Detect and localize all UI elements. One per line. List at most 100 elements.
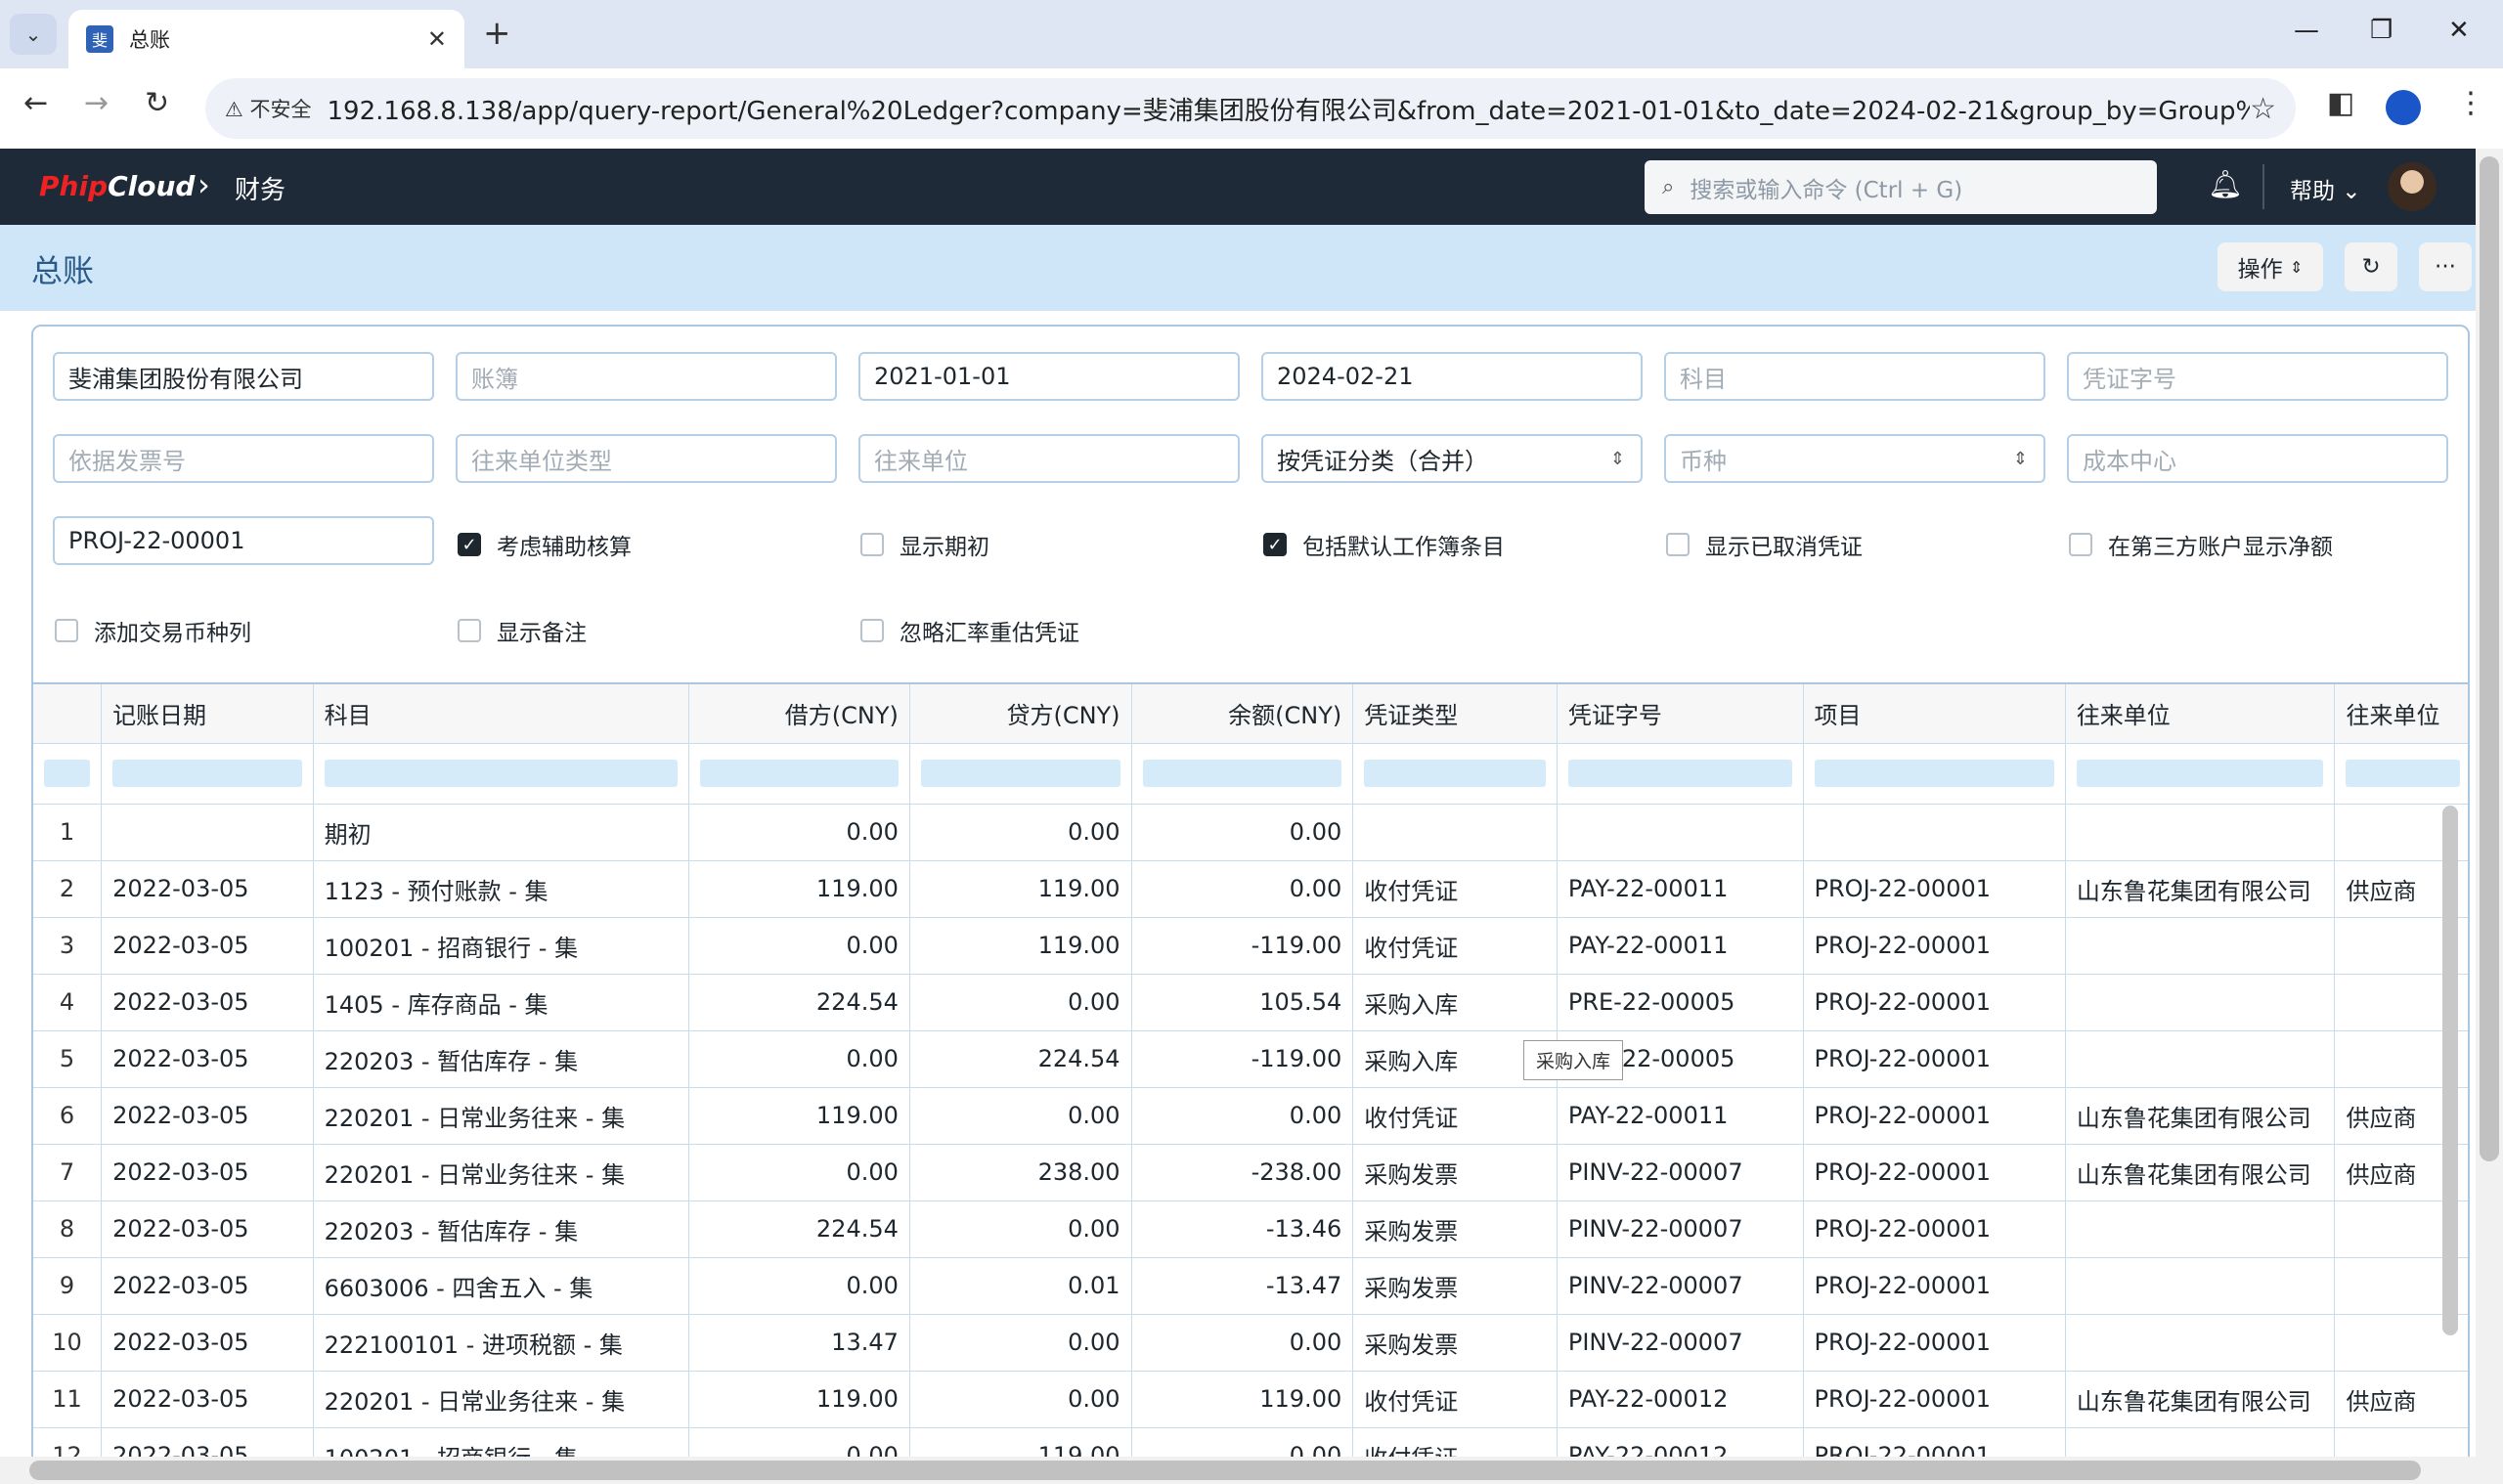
table-cell[interactable]: [1803, 804, 2066, 861]
table-cell[interactable]: 105.54: [1131, 974, 1354, 1031]
column-header[interactable]: 贷方(CNY): [909, 684, 1132, 744]
table-cell[interactable]: -238.00: [1131, 1144, 1354, 1201]
table-cell[interactable]: 119.00: [688, 1087, 910, 1145]
table-cell[interactable]: 0.00: [909, 1087, 1132, 1145]
column-filter-input[interactable]: [324, 760, 679, 787]
table-cell[interactable]: 2022-03-05: [101, 1087, 314, 1145]
table-cell[interactable]: 224.54: [688, 1200, 910, 1258]
table-cell[interactable]: 0.00: [1131, 1087, 1354, 1145]
table-row[interactable]: 7 2022-03-05 220201 - 日常业务往来 - 集 0.00 238.00…: [33, 1144, 2468, 1201]
table-cell[interactable]: 采购发票: [1352, 1144, 1558, 1201]
filter-cell[interactable]: [2334, 743, 2468, 805]
filter-cell[interactable]: [688, 743, 910, 805]
table-cell[interactable]: 220203 - 暂估库存 - 集: [313, 1030, 690, 1088]
table-cell[interactable]: -13.46: [1131, 1200, 1354, 1258]
table-cell[interactable]: 0.00: [909, 804, 1132, 861]
table-cell[interactable]: PINV-22-00007: [1557, 1257, 1804, 1315]
forward-icon[interactable]: →: [84, 86, 109, 120]
column-filter-input[interactable]: [1142, 760, 1342, 787]
table-cell[interactable]: PROJ-22-00001: [1803, 1257, 2066, 1315]
party-field[interactable]: 往来单位: [858, 434, 1240, 483]
tab-search-chevron-icon[interactable]: ⌄: [10, 14, 57, 55]
table-cell[interactable]: 2022-03-05: [101, 860, 314, 918]
tab-close-icon[interactable]: ✕: [427, 25, 447, 53]
table-cell[interactable]: PAY-22-00011: [1557, 860, 1804, 918]
browser-menu-icon[interactable]: ⋮: [2456, 86, 2485, 120]
table-cell[interactable]: PROJ-22-00001: [1803, 1371, 2066, 1428]
table-cell[interactable]: 2022-03-05: [101, 1144, 314, 1201]
avatar[interactable]: [2388, 162, 2437, 211]
table-cell[interactable]: 2022-03-05: [101, 1030, 314, 1088]
table-cell[interactable]: [2065, 804, 2336, 861]
table-cell[interactable]: 100201 - 招商银行 - 集: [313, 917, 690, 975]
table-row[interactable]: 3 2022-03-05 100201 - 招商银行 - 集 0.00 119.00 -1…: [33, 917, 2468, 975]
cost-center-field[interactable]: 成本中心: [2067, 434, 2448, 483]
table-cell[interactable]: 采购发票: [1352, 1314, 1558, 1372]
from-date-field[interactable]: 2021-01-01: [858, 352, 1240, 401]
table-cell[interactable]: 0.00: [688, 1257, 910, 1315]
table-cell[interactable]: -119.00: [1131, 917, 1354, 975]
column-header[interactable]: 凭证字号: [1557, 684, 1804, 744]
bookmark-star-icon[interactable]: ☆: [2250, 92, 2276, 126]
project-field[interactable]: PROJ-22-00001: [53, 516, 434, 565]
table-cell[interactable]: PROJ-22-00001: [1803, 1087, 2066, 1145]
column-header[interactable]: 借方(CNY): [688, 684, 910, 744]
table-cell[interactable]: 119.00: [909, 917, 1132, 975]
table-cell[interactable]: 山东鲁花集团有限公司: [2065, 1087, 2336, 1145]
table-cell[interactable]: 13.47: [688, 1314, 910, 1372]
table-cell[interactable]: PAY-22-00011: [1557, 1087, 1804, 1145]
table-cell[interactable]: 山东鲁花集团有限公司: [2065, 860, 2336, 918]
table-cell[interactable]: 0.01: [909, 1257, 1132, 1315]
table-cell[interactable]: [2065, 917, 2336, 975]
table-row[interactable]: 4 2022-03-05 1405 - 库存商品 - 集 224.54 0.00 105.…: [33, 974, 2468, 1031]
filter-cell[interactable]: [2065, 743, 2336, 805]
new-tab-icon[interactable]: +: [483, 14, 511, 53]
table-cell[interactable]: 采购发票: [1352, 1200, 1558, 1258]
group-by-select[interactable]: 按凭证分类（合并） ⇕: [1261, 434, 1643, 483]
side-panel-icon[interactable]: ◧: [2327, 86, 2354, 120]
table-cell[interactable]: PROJ-22-00001: [1803, 860, 2066, 918]
table-cell[interactable]: [2065, 1030, 2336, 1088]
table-cell[interactable]: 119.00: [909, 860, 1132, 918]
filter-cell[interactable]: [33, 743, 103, 805]
table-cell[interactable]: PROJ-22-00001: [1803, 1030, 2066, 1088]
filter-cell[interactable]: [313, 743, 690, 805]
party-type-field[interactable]: 往来单位类型: [456, 434, 837, 483]
table-cell[interactable]: 山东鲁花集团有限公司: [2065, 1371, 2336, 1428]
table-cell[interactable]: 1123 - 预付账款 - 集: [313, 860, 690, 918]
table-cell[interactable]: [1557, 804, 1804, 861]
table-scrollbar[interactable]: [2442, 806, 2458, 1335]
column-header[interactable]: 余额(CNY): [1131, 684, 1354, 744]
table-cell[interactable]: PROJ-22-00001: [1803, 1314, 2066, 1372]
table-cell[interactable]: 2022-03-05: [101, 1371, 314, 1428]
table-row[interactable]: 8 2022-03-05 220203 - 暂估库存 - 集 224.54 0.00 -1…: [33, 1200, 2468, 1258]
insecure-warning[interactable]: ⚠ 不安全: [225, 94, 312, 123]
table-cell[interactable]: PINV-22-00007: [1557, 1200, 1804, 1258]
table-cell[interactable]: PINV-22-00007: [1557, 1314, 1804, 1372]
table-cell[interactable]: [2065, 1200, 2336, 1258]
column-filter-input[interactable]: [44, 760, 91, 787]
table-cell[interactable]: 6603006 - 四舍五入 - 集: [313, 1257, 690, 1315]
search-input[interactable]: ⌕ 搜索或输入命令 (Ctrl + G): [1645, 160, 2157, 214]
actions-button[interactable]: 操作 ⇕: [2218, 242, 2323, 291]
url-text[interactable]: 192.168.8.138/app/query-report/General%2…: [328, 91, 2251, 127]
table-cell[interactable]: [1352, 804, 1558, 861]
column-header[interactable]: 记账日期: [101, 684, 314, 744]
column-filter-input[interactable]: [2346, 760, 2460, 787]
table-cell[interactable]: 0.00: [909, 1200, 1132, 1258]
page-scroll-thumb[interactable]: [2480, 156, 2499, 1161]
filter-cell[interactable]: [1803, 743, 2066, 805]
window-close-icon[interactable]: ✕: [2448, 16, 2470, 45]
table-cell[interactable]: 0.00: [688, 804, 910, 861]
table-cell[interactable]: 222100101 - 进项税额 - 集: [313, 1314, 690, 1372]
table-cell[interactable]: 收付凭证: [1352, 1371, 1558, 1428]
table-cell[interactable]: 2022-03-05: [101, 1257, 314, 1315]
notification-bell-icon[interactable]: 🔔︎: [2208, 168, 2243, 200]
filter-cell[interactable]: [1131, 743, 1354, 805]
table-cell[interactable]: 2022-03-05: [101, 1200, 314, 1258]
table-cell[interactable]: PROJ-22-00001: [1803, 1200, 2066, 1258]
help-dropdown[interactable]: 帮助 ⌄: [2290, 172, 2361, 205]
table-cell[interactable]: [101, 804, 314, 861]
table-cell[interactable]: 供应商: [2334, 1371, 2468, 1428]
voucher-no-field[interactable]: 凭证字号: [2067, 352, 2448, 401]
